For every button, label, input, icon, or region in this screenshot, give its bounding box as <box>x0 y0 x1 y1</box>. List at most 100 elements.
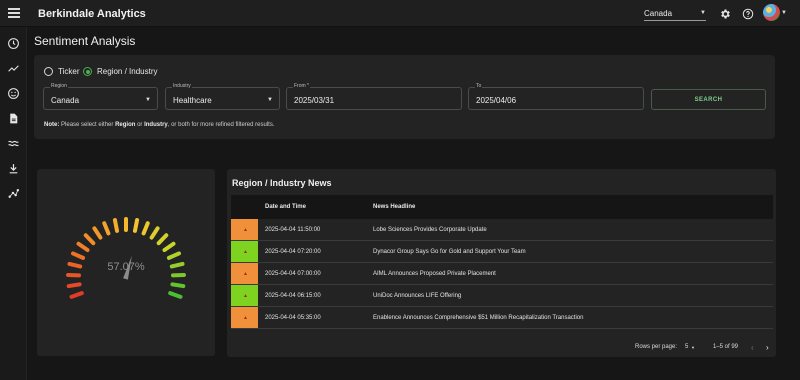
waves-icon[interactable] <box>7 137 20 150</box>
sentiment-gauge-card: 57.07% <box>37 169 215 356</box>
help-icon[interactable] <box>742 7 754 20</box>
gauge-tick <box>170 282 186 289</box>
download-icon[interactable] <box>7 162 20 175</box>
chevron-down-icon: ▼ <box>267 97 273 103</box>
industry-label: Industry <box>172 83 192 89</box>
from-value: 2025/03/31 <box>294 96 335 105</box>
gauge-tick <box>67 261 83 269</box>
chevron-down-icon[interactable]: ▼ <box>691 345 695 350</box>
gauge-tick <box>166 251 181 260</box>
note-text-2: or <box>137 122 143 128</box>
settings-icon[interactable] <box>719 7 731 19</box>
sentiment-marker-icon: ▲ <box>243 249 248 255</box>
country-select-value: Canada <box>644 9 673 18</box>
note-region: Region <box>115 122 136 128</box>
region-select[interactable]: Region Canada ▼ <box>43 83 158 110</box>
avatar[interactable] <box>763 4 780 21</box>
country-select[interactable]: Canada ▼ <box>644 7 706 21</box>
sidebar <box>0 27 27 380</box>
table-row[interactable]: ▲ 2025-04-04 11:50:00 Lobe Sciences Prov… <box>231 219 773 241</box>
radio-button-icon <box>44 67 53 76</box>
note-text-3: , or both for more refined filtered resu… <box>167 122 275 128</box>
row-date: 2025-04-04 07:00:00 <box>265 271 321 277</box>
row-date: 2025-04-04 07:20:00 <box>265 249 321 255</box>
gauge-tick <box>112 218 120 233</box>
sentiment-indicator: ▲ <box>231 307 258 328</box>
row-date: 2025-04-04 06:15:00 <box>265 293 321 299</box>
news-table: Date and Time News Headline ▲ 2025-04-04… <box>231 195 773 329</box>
trend-line-icon[interactable] <box>7 62 20 75</box>
to-label: To <box>475 83 483 89</box>
industry-value: Healthcare <box>173 96 212 105</box>
news-panel: Region / Industry News Date and Time New… <box>227 169 776 357</box>
gauge-tick <box>102 221 111 236</box>
note-industry: Industry <box>144 122 168 128</box>
row-headline[interactable]: AIML Announces Proposed Private Placemen… <box>373 271 496 277</box>
row-headline[interactable]: UniDoc Announces LIFE Offering <box>373 293 461 299</box>
news-title: Region / Industry News <box>232 178 332 188</box>
table-row[interactable]: ▲ 2025-04-04 06:15:00 UniDoc Announces L… <box>231 285 773 307</box>
rows-per-page-select[interactable]: 5 <box>685 344 688 350</box>
to-date-field[interactable]: To 2025/04/06 <box>468 83 644 110</box>
top-app-bar: Berkindale Analytics Canada ▼ ▼ <box>0 0 800 27</box>
document-icon[interactable] <box>7 112 20 125</box>
sentiment-marker-icon: ▲ <box>243 227 248 233</box>
sentiment-indicator: ▲ <box>231 263 258 284</box>
table-header: Date and Time News Headline <box>231 195 773 219</box>
next-page-icon[interactable]: › <box>766 343 769 352</box>
to-value: 2025/04/06 <box>476 96 517 105</box>
table-row[interactable]: ▲ 2025-04-04 07:20:00 Dynacor Group Says… <box>231 241 773 263</box>
network-icon[interactable] <box>7 187 20 200</box>
industry-select[interactable]: Industry Healthcare ▼ <box>165 83 280 110</box>
row-headline[interactable]: Enablence Announces Comprehensive $51 Mi… <box>373 315 583 321</box>
gauge-tick <box>71 251 86 260</box>
gauge-tick <box>168 291 183 299</box>
gauge-tick <box>66 282 82 289</box>
smiley-icon[interactable] <box>7 87 20 100</box>
row-date: 2025-04-04 11:50:00 <box>265 227 321 233</box>
gauge-tick <box>141 221 150 236</box>
sentiment-indicator: ▲ <box>231 241 258 262</box>
previous-page-icon[interactable]: ‹ <box>751 343 754 352</box>
sentiment-indicator: ▲ <box>231 285 258 306</box>
sentiment-marker-icon: ▲ <box>243 315 248 321</box>
sentiment-gauge: 57.07% <box>66 217 186 299</box>
row-headline[interactable]: Lobe Sciences Provides Corporate Update <box>373 227 487 233</box>
app-title: Berkindale Analytics <box>38 8 146 20</box>
sentiment-indicator: ▲ <box>231 219 258 240</box>
from-date-field[interactable]: From * 2025/03/31 <box>286 83 462 110</box>
clock-icon[interactable] <box>7 37 20 50</box>
table-row[interactable]: ▲ 2025-04-04 07:00:00 AIML Announces Pro… <box>231 263 773 285</box>
gauge-tick <box>169 261 185 269</box>
gauge-tick <box>83 233 96 246</box>
page-title: Sentiment Analysis <box>34 34 136 48</box>
gauge-tick <box>149 226 160 240</box>
gauge-tick <box>132 218 140 233</box>
note-text-1: Please select either <box>61 122 114 128</box>
radio-button-checked-icon <box>83 67 92 76</box>
radio-ticker[interactable]: Ticker <box>44 67 79 76</box>
gauge-tick <box>76 241 90 253</box>
region-value: Canada <box>51 96 80 105</box>
gauge-tick <box>92 226 103 240</box>
chevron-down-icon: ▼ <box>145 97 151 103</box>
sentiment-marker-icon: ▲ <box>243 271 248 277</box>
gauge-tick <box>69 291 84 299</box>
column-header-headline[interactable]: News Headline <box>373 204 415 210</box>
table-row[interactable]: ▲ 2025-04-04 05:35:00 Enablence Announce… <box>231 307 773 329</box>
search-button[interactable]: SEARCH <box>651 89 766 110</box>
table-pagination: Rows per page: 5 ▼ 1–5 of 99 ‹ › <box>227 343 776 355</box>
row-date: 2025-04-04 05:35:00 <box>265 315 321 321</box>
menu-icon[interactable] <box>8 8 20 18</box>
row-headline[interactable]: Dynacor Group Says Go for Gold and Suppo… <box>373 249 526 255</box>
rows-per-page-label: Rows per page: <box>635 344 678 350</box>
radio-region-industry-label: Region / Industry <box>97 67 158 76</box>
chevron-down-icon: ▼ <box>700 10 706 16</box>
filter-note: Note: Please select either Region or Ind… <box>44 122 274 128</box>
gauge-tick <box>162 241 176 253</box>
radio-ticker-label: Ticker <box>58 67 80 76</box>
column-header-date[interactable]: Date and Time <box>265 204 306 210</box>
radio-region-industry[interactable]: Region / Industry <box>83 67 157 76</box>
gauge-tick <box>156 233 169 246</box>
note-prefix: Note: <box>44 122 60 128</box>
